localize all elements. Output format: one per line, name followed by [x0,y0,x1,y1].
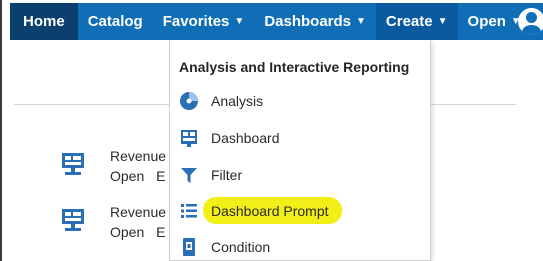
menu-item-filter[interactable]: Filter [170,161,432,189]
dashboard-icon [179,128,199,148]
user-avatar-icon[interactable] [518,8,543,35]
menu-item-dashboard[interactable]: Dashboard [170,124,432,152]
menu-section-header: Analysis and Interactive Reporting [179,59,410,75]
nav-favorites[interactable]: Favorites ▼ [153,3,255,40]
menu-item-analysis[interactable]: Analysis [170,87,432,115]
nav-catalog-label: Catalog [87,13,143,30]
nav-create[interactable]: Create ▼ [375,3,458,40]
menu-item-dashboard-prompt[interactable]: Dashboard Prompt [170,197,432,225]
nav-favorites-label: Favorites [162,13,230,30]
dashboard-monitor-icon [62,153,84,175]
menu-item-condition[interactable]: Condition [170,233,432,261]
menu-item-label: Dashboard Prompt [211,203,329,219]
recent-item-actions[interactable]: Open E [110,168,165,184]
nav-home[interactable]: Home [10,3,78,40]
nav-dashboards-label: Dashboards [264,13,352,30]
top-navbar: Home Catalog Favorites ▼ Dashboards ▼ Crea… [10,3,543,40]
chevron-down-icon: ▼ [356,16,366,27]
nav-dashboards[interactable]: Dashboards ▼ [254,3,376,40]
recent-item-title[interactable]: Revenue [110,204,166,220]
recent-item-actions[interactable]: Open E [110,224,165,240]
dashboard-monitor-icon [62,209,84,231]
menu-item-label: Condition [211,239,271,255]
nav-open-label: Open [467,13,506,30]
nav-home-label: Home [23,13,65,30]
app-window: Home Catalog Favorites ▼ Dashboards ▼ Crea… [0,0,543,261]
condition-icon [179,237,199,257]
avatar-body [522,25,541,35]
chevron-down-icon: ▼ [234,16,245,27]
nav-catalog[interactable]: Catalog [78,3,153,40]
nav-create-label: Create [385,13,433,30]
menu-item-label: Filter [211,167,243,183]
analysis-icon [179,91,199,111]
prompt-list-icon [179,201,199,221]
filter-icon [179,165,199,185]
recent-item-title[interactable]: Revenue [110,148,166,164]
avatar-head [526,12,537,23]
create-dropdown-menu: Analysis and Interactive Reporting Analy… [169,40,431,261]
menu-item-label: Analysis [211,93,264,109]
chevron-down-icon: ▼ [437,16,448,27]
menu-item-label: Dashboard [211,130,280,146]
